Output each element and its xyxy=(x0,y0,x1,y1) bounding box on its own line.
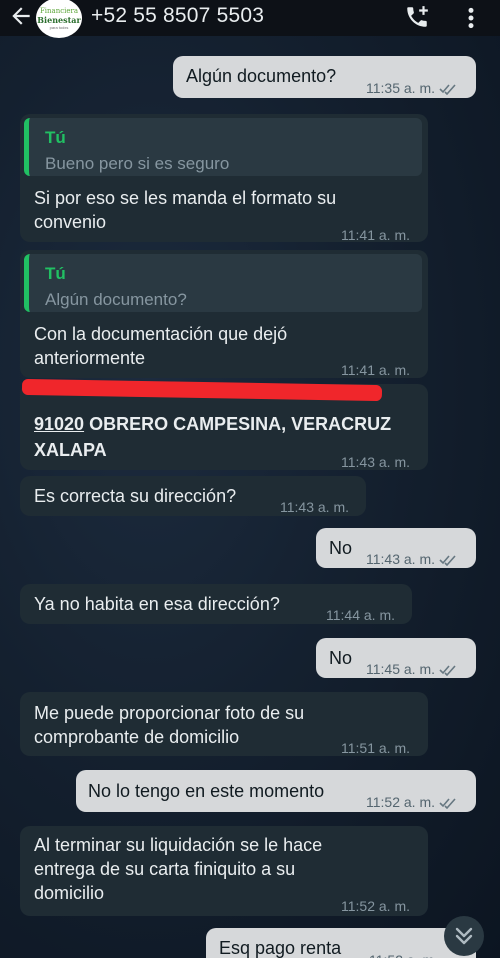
message-time: 11:52 a. m. xyxy=(369,948,438,958)
quoted-message[interactable]: Tú Algún documento? xyxy=(24,254,422,312)
quote-text: Algún documento? xyxy=(45,290,187,309)
avatar[interactable]: Financiera Bienestar para todxs xyxy=(36,0,82,38)
double-check-icon xyxy=(439,555,456,567)
message-time: 11:52 a. m. xyxy=(366,790,457,814)
postal-code: 91020 xyxy=(34,414,85,434)
message-text: No lo tengo en este momento xyxy=(88,781,325,801)
message-bubble-outgoing[interactable]: No lo tengo en este momento 11:52 a. m. xyxy=(76,770,476,812)
avatar-logo-text: Financiera xyxy=(39,7,79,15)
message-text: comprobante de domicilio xyxy=(34,727,240,747)
message-text: convenio xyxy=(34,212,107,232)
message-time: 11:52 a. m. xyxy=(341,898,411,914)
quote-author: Tú xyxy=(45,128,66,147)
message-time: 11:41 a. m. xyxy=(341,362,411,378)
message-text: Es correcta su dirección? xyxy=(34,486,237,506)
message-bubble-incoming[interactable]: Al terminar su liquidación se le hace en… xyxy=(20,826,428,916)
message-bubble-outgoing[interactable]: No 11:45 a. m. xyxy=(316,638,476,678)
chevron-double-down-icon xyxy=(455,927,473,945)
message-text: Con la documentación que dejó xyxy=(34,324,288,344)
message-text: Si por eso se les manda el formato su xyxy=(34,188,337,208)
add-call-icon[interactable] xyxy=(404,4,430,30)
message-text: No xyxy=(329,538,353,558)
quoted-message[interactable]: Tú Bueno pero si es seguro xyxy=(24,118,422,176)
message-text: Al terminar su liquidación se le hace xyxy=(34,835,323,855)
message-text: Me puede proporcionar foto de su xyxy=(34,703,305,723)
double-check-icon xyxy=(439,798,456,810)
address-city: XALAPA xyxy=(34,440,107,460)
avatar-logo-tagline: para todxs xyxy=(49,25,69,30)
message-text: domicilio xyxy=(34,883,105,903)
scroll-to-bottom-button[interactable] xyxy=(444,916,484,956)
message-bubble-outgoing[interactable]: No 11:43 a. m. xyxy=(316,528,476,568)
message-time: 11:43 a. m. xyxy=(366,547,457,571)
address-text: OBRERO CAMPESINA, VERACRUZ xyxy=(84,414,392,434)
message-bubble-incoming[interactable]: Tú Algún documento? Con la documentación… xyxy=(20,250,428,378)
message-time: 11:44 a. m. xyxy=(326,607,396,623)
message-text: anteriormente xyxy=(34,348,146,368)
message-text: Esq pago renta xyxy=(219,938,342,958)
message-bubble-incoming[interactable]: Me puede proporcionar foto de su comprob… xyxy=(20,692,428,756)
message-time: 11:41 a. m. xyxy=(341,227,411,243)
back-arrow-icon[interactable] xyxy=(8,3,34,29)
message-time: 11:51 a. m. xyxy=(341,740,411,756)
avatar-logo-brand: Bienestar xyxy=(37,15,81,25)
double-check-icon xyxy=(439,84,456,96)
message-bubble-incoming[interactable]: Tú Bueno pero si es seguro Si por eso se… xyxy=(20,114,428,243)
message-bubble-incoming[interactable]: Ya no habita en esa dirección? 11:44 a. … xyxy=(20,584,412,624)
message-text: No xyxy=(329,648,353,668)
redaction-mark xyxy=(21,378,383,402)
message-time: 11:43 a. m. xyxy=(280,499,350,515)
message-time: 11:45 a. m. xyxy=(366,657,457,681)
message-bubble-incoming[interactable]: Es correcta su dirección? 11:43 a. m. xyxy=(20,476,366,516)
double-check-icon xyxy=(439,665,456,677)
message-time: 11:43 a. m. xyxy=(341,454,411,470)
message-bubble-incoming[interactable]: 91020 OBRERO CAMPESINA, VERACRUZ XALAPA … xyxy=(20,378,428,470)
message-text: Ya no habita en esa dirección? xyxy=(34,594,280,614)
more-vert-icon[interactable] xyxy=(462,5,480,31)
address-line: 91020 OBRERO CAMPESINA, VERACRUZ xyxy=(34,412,391,436)
quote-text: Bueno pero si es seguro xyxy=(45,154,230,173)
contact-name[interactable]: +52 55 8507 5503 xyxy=(91,4,264,28)
quote-author: Tú xyxy=(45,264,66,283)
message-time: 11:35 a. m. xyxy=(366,76,457,100)
message-bubble-outgoing[interactable]: Algún documento? 11:35 a. m. xyxy=(173,56,476,98)
chat-header: Financiera Bienestar para todxs +52 55 8… xyxy=(0,0,500,38)
message-text: entrega de su carta finiquito a su xyxy=(34,859,296,879)
message-bubble-outgoing[interactable]: Esq pago renta 11:52 a. m. xyxy=(206,928,476,958)
message-text: Algún documento? xyxy=(186,66,337,86)
